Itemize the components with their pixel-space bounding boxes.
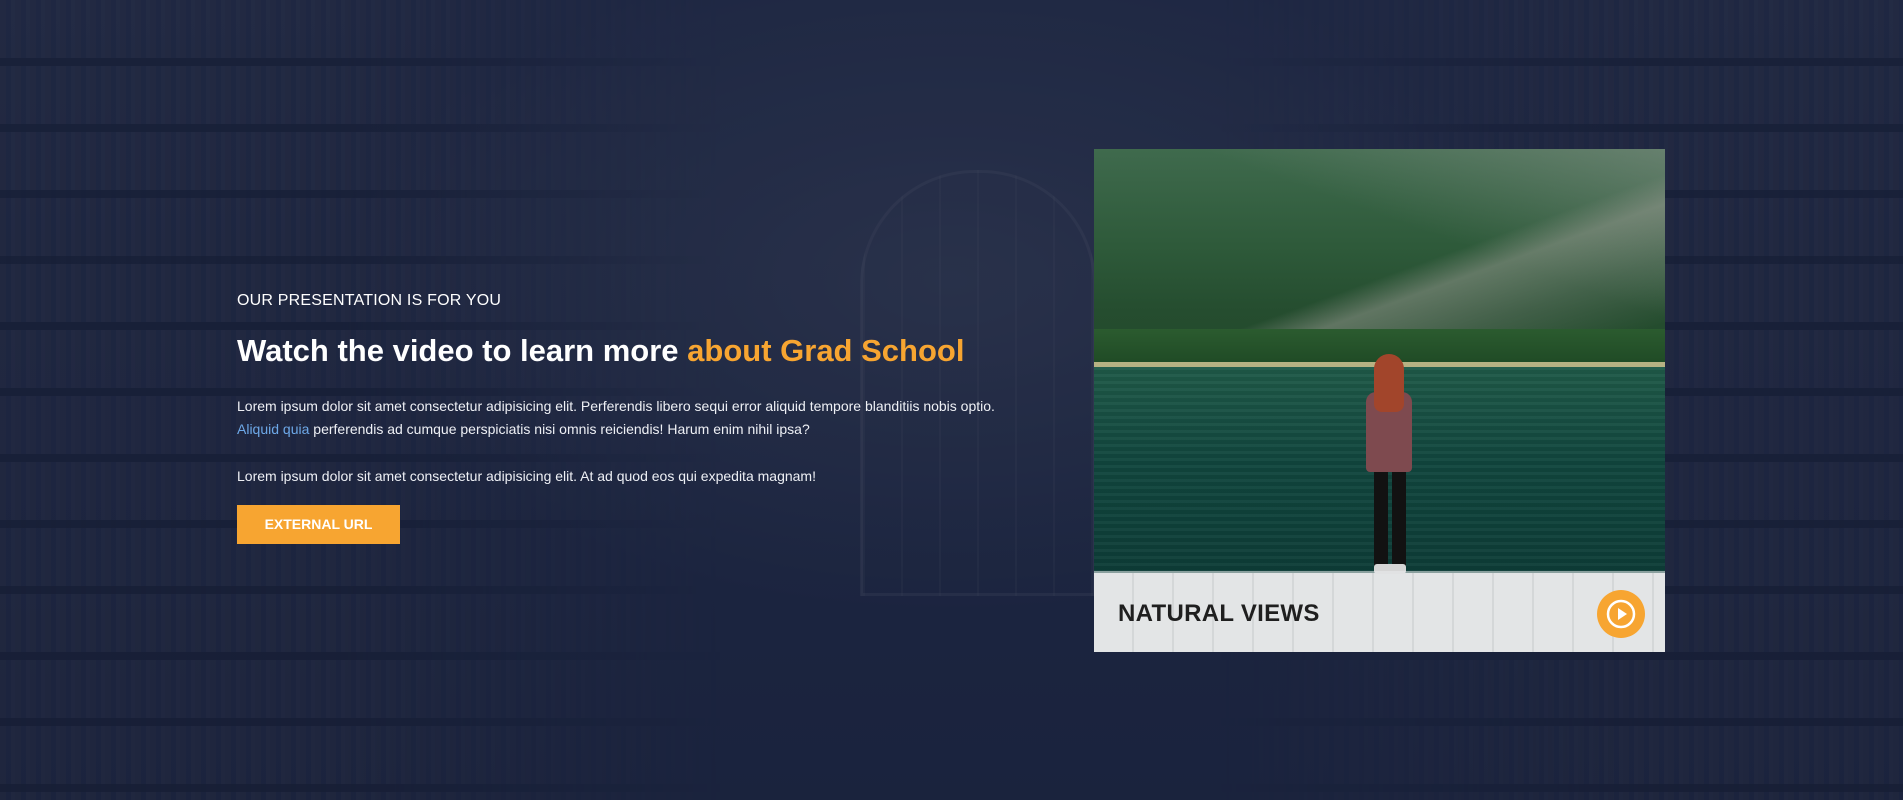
person-hair bbox=[1374, 354, 1404, 412]
video-section: OUR PRESENTATION IS FOR YOU Watch the vi… bbox=[0, 0, 1903, 800]
aliquid-quia-link[interactable]: Aliquid quia bbox=[237, 421, 309, 437]
description-paragraph-2: Lorem ipsum dolor sit amet consectetur a… bbox=[237, 467, 816, 484]
presentation-content: OUR PRESENTATION IS FOR YOU Watch the vi… bbox=[237, 292, 997, 544]
section-headline: Watch the video to learn more about Grad… bbox=[237, 333, 997, 369]
play-button[interactable] bbox=[1597, 590, 1645, 638]
play-icon bbox=[1606, 599, 1636, 629]
video-caption: Natural Views bbox=[1118, 600, 1320, 627]
external-url-button[interactable]: External URL bbox=[237, 504, 400, 544]
person-legs bbox=[1374, 468, 1406, 568]
paragraph-1-end: perferendis ad cumque perspiciatis nisi … bbox=[309, 420, 810, 437]
video-card[interactable]: Natural Views bbox=[1094, 149, 1665, 652]
section-eyebrow: OUR PRESENTATION IS FOR YOU bbox=[237, 292, 502, 309]
person-figure bbox=[1356, 354, 1426, 579]
headline-main: Watch the video to learn more bbox=[237, 333, 688, 368]
paragraph-1-start: Lorem ipsum dolor sit amet consectetur a… bbox=[237, 397, 995, 414]
description-paragraph-1: Lorem ipsum dolor sit amet consectetur a… bbox=[237, 395, 997, 441]
headline-accent: about Grad School bbox=[687, 333, 965, 368]
